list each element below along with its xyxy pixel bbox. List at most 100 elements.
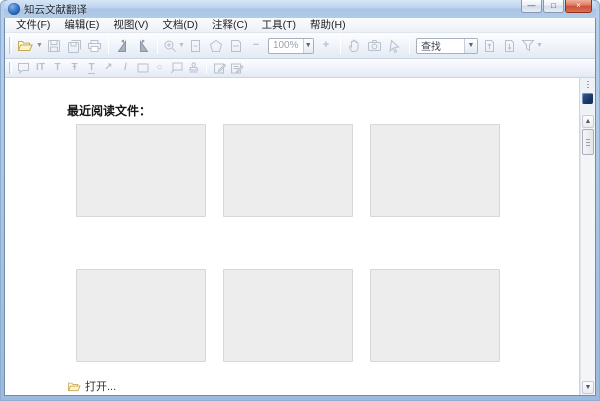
zoom-level-combo[interactable]: 100% ▼ — [267, 37, 314, 54]
fit-page-icon — [209, 39, 223, 53]
recent-file-placeholder[interactable] — [76, 124, 206, 217]
menu-edit[interactable]: 编辑(E) — [57, 18, 106, 33]
find-next-button[interactable] — [500, 36, 520, 56]
menu-annotate[interactable]: 注释(C) — [205, 18, 255, 33]
manage-annotations-button[interactable] — [228, 61, 245, 76]
rotate-right-button[interactable] — [133, 36, 153, 56]
underline-text-icon: T — [88, 61, 95, 74]
strikeout-button[interactable]: Ŧ — [66, 61, 83, 76]
ellipse-icon: ○ — [156, 62, 163, 73]
save-as-button[interactable] — [64, 36, 84, 56]
menu-document[interactable]: 文档(D) — [155, 18, 205, 33]
arrow-annotation-button[interactable]: ↗ — [100, 61, 117, 76]
toolbar-grip[interactable] — [9, 61, 12, 75]
toolbar-grip[interactable] — [9, 36, 12, 55]
underline-button[interactable]: T — [83, 61, 100, 76]
chevron-down-icon: ▼ — [535, 42, 543, 49]
maximize-button[interactable]: □ — [543, 0, 564, 13]
print-button[interactable] — [84, 36, 104, 56]
zoom-in-button[interactable]: + — [316, 36, 336, 56]
scroll-down-button[interactable]: ▼ — [582, 381, 594, 394]
start-page: 最近阅读文件： 打开... — [5, 78, 579, 395]
insert-text-button[interactable]: IT — [32, 61, 49, 76]
rotate-left-button[interactable] — [113, 36, 133, 56]
vertical-scrollbar[interactable]: ▲ ▼ — [580, 114, 595, 395]
content-row: 最近阅读文件： 打开... ▲ ▼ — [5, 78, 595, 395]
zoom-out-button[interactable]: − — [246, 36, 266, 56]
open-button[interactable] — [15, 36, 35, 56]
chevron-down-icon: ▼ — [467, 42, 475, 49]
recent-file-placeholder[interactable] — [223, 124, 353, 217]
strikeout-text-icon: Ŧ — [71, 62, 78, 73]
line-annotation-button[interactable]: / — [117, 61, 134, 76]
save-button[interactable] — [44, 36, 64, 56]
dock-grip-handle[interactable] — [586, 81, 589, 90]
select-tool-button[interactable] — [385, 36, 405, 56]
right-dock-strip: ▲ ▼ — [579, 78, 595, 395]
hand-tool-button[interactable] — [345, 36, 365, 56]
typewriter-icon: T — [54, 62, 61, 73]
page-previous-icon — [483, 39, 496, 53]
window-controls: — □ × — [521, 0, 592, 13]
find-input-value: 查找 — [420, 42, 441, 53]
scrollbar-thumb[interactable] — [582, 129, 594, 155]
actual-size-icon — [189, 39, 202, 53]
app-logo-icon — [8, 3, 20, 15]
app-window: 知云文献翻译 — □ × 文件(F) 编辑(E) 视图(V) 文档(D) 注释(… — [0, 0, 600, 401]
minimize-button[interactable]: — — [521, 0, 542, 13]
open-file-link[interactable]: 打开... — [67, 378, 579, 394]
fit-page-button[interactable] — [206, 36, 226, 56]
rectangle-annotation-button[interactable] — [134, 61, 151, 76]
scrollbar-track[interactable] — [581, 155, 595, 380]
toolbar-separator — [157, 36, 158, 55]
find-previous-button[interactable] — [480, 36, 500, 56]
open-dropdown-button[interactable]: ▼ — [35, 36, 44, 56]
toolbar-separator — [339, 36, 341, 55]
chevron-down-icon: ▼ — [304, 42, 312, 49]
stamp-icon — [187, 62, 200, 74]
scroll-up-button[interactable]: ▲ — [582, 115, 594, 128]
folder-open-icon — [17, 39, 33, 52]
recent-file-placeholder[interactable] — [370, 124, 500, 217]
filter-button[interactable]: ▼ — [520, 36, 544, 56]
typewriter-button[interactable]: T — [49, 61, 66, 76]
note-annotation-button[interactable] — [15, 61, 32, 76]
title-bar[interactable]: 知云文献翻译 — □ × — [4, 0, 596, 18]
rectangle-icon — [137, 63, 149, 73]
annotations-list-icon — [230, 62, 244, 74]
fit-width-button[interactable] — [226, 36, 246, 56]
ellipse-annotation-button[interactable]: ○ — [151, 61, 168, 76]
rotate-right-icon — [136, 39, 150, 53]
find-combo[interactable]: 查找 ▼ — [415, 37, 478, 54]
chevron-down-icon: ▼ — [36, 42, 43, 49]
zoom-combo-dropdown[interactable]: ▼ — [302, 38, 313, 53]
callout-annotation-button[interactable] — [168, 61, 185, 76]
chevron-down-icon: ▼ — [178, 42, 185, 49]
close-button[interactable]: × — [565, 0, 592, 13]
recent-file-placeholder[interactable] — [76, 269, 206, 362]
rotate-left-icon — [116, 39, 130, 53]
menu-view[interactable]: 视图(V) — [106, 18, 155, 33]
snapshot-button[interactable] — [365, 36, 385, 56]
zoom-tool-button[interactable]: ▼ — [162, 36, 186, 56]
actual-size-button[interactable] — [186, 36, 206, 56]
menu-file[interactable]: 文件(F) — [9, 18, 57, 33]
panel-toggle-icon[interactable] — [582, 93, 593, 104]
speech-bubble-icon — [17, 62, 30, 74]
folder-open-icon — [67, 381, 81, 392]
recent-file-placeholder[interactable] — [370, 269, 500, 362]
stamp-button[interactable] — [185, 61, 202, 76]
recent-file-placeholder[interactable] — [223, 269, 353, 362]
arrow-icon: ↗ — [104, 62, 113, 73]
menu-tools[interactable]: 工具(T) — [255, 18, 303, 33]
hand-icon — [347, 38, 362, 53]
menu-help[interactable]: 帮助(H) — [303, 18, 353, 33]
toolbar-separator — [408, 36, 410, 55]
open-file-label: 打开... — [85, 381, 117, 393]
edit-annotation-button[interactable] — [211, 61, 228, 76]
docked-panel-header — [580, 78, 595, 114]
line-icon: / — [124, 62, 127, 73]
find-combo-dropdown[interactable]: ▼ — [463, 38, 477, 53]
magnifier-icon — [163, 39, 177, 53]
save-icon — [47, 39, 61, 53]
